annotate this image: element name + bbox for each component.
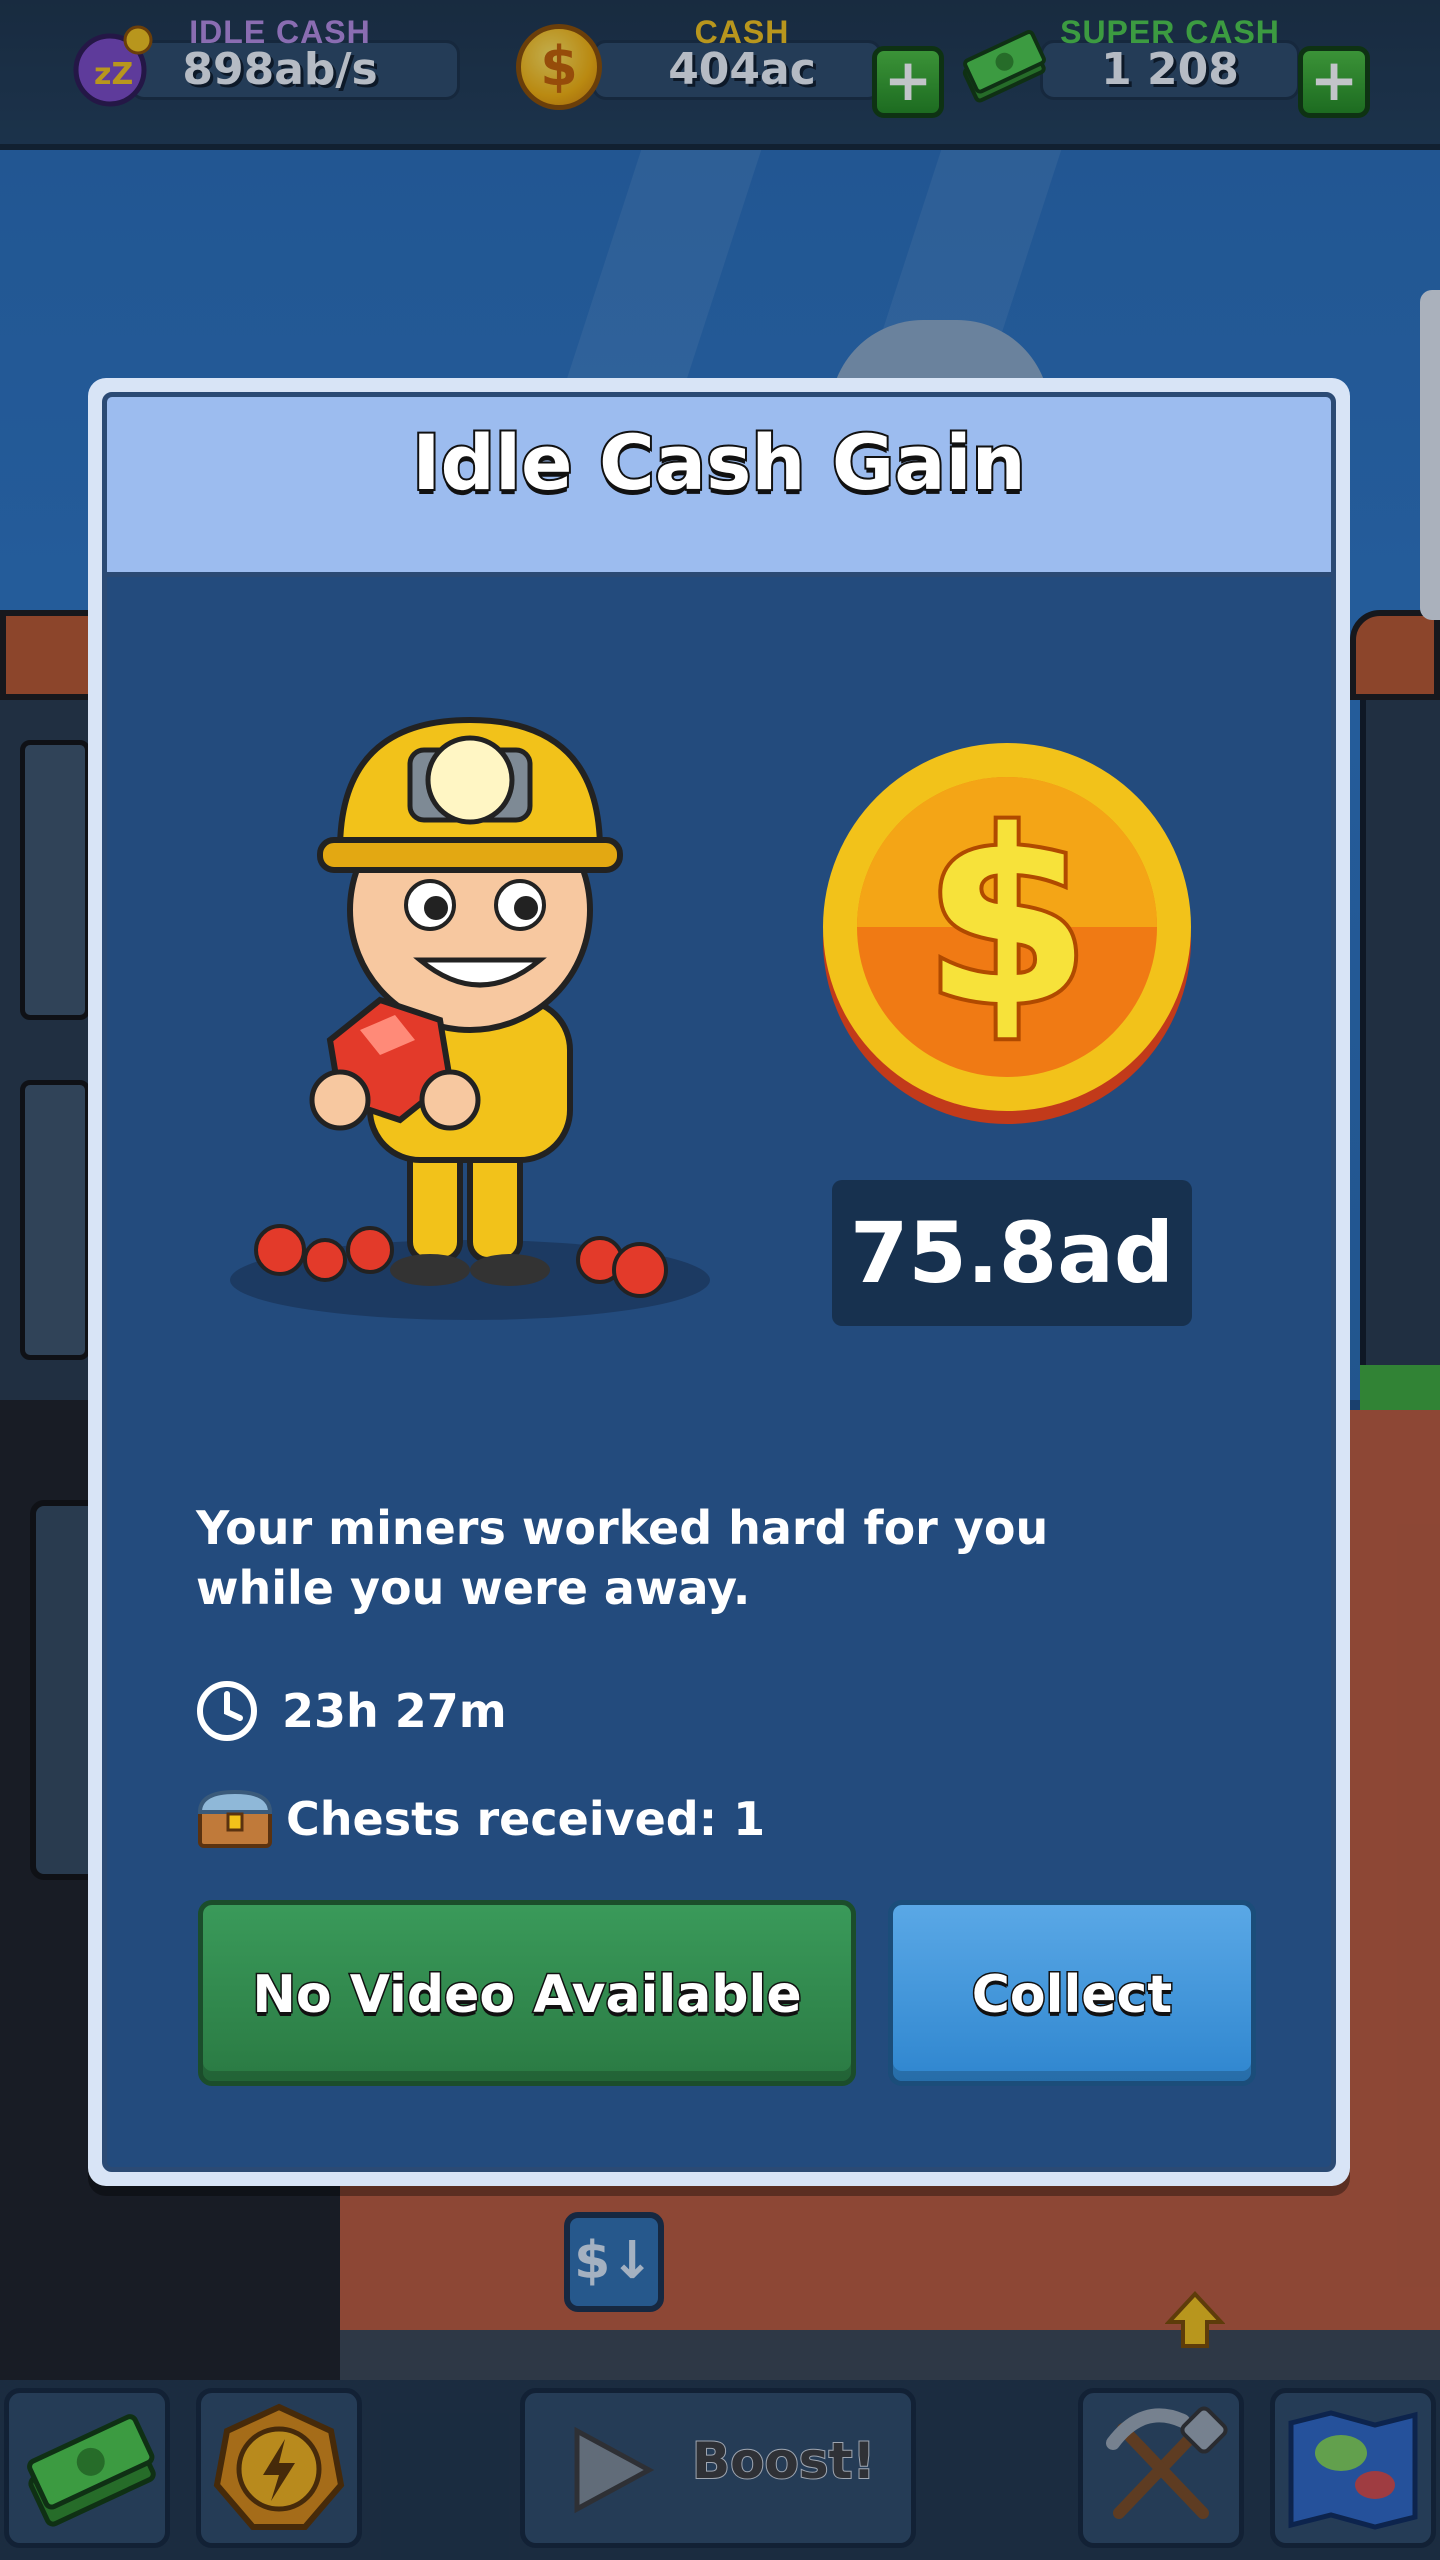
- idle-cash-amount: 75.8ad: [832, 1180, 1192, 1326]
- svg-text:$: $: [924, 779, 1091, 1059]
- clock-icon: [197, 1681, 257, 1741]
- chest-icon: [197, 1789, 273, 1848]
- watch-video-button[interactable]: No Video Available: [198, 1900, 856, 2086]
- dialog-description: Your miners worked hard for you while yo…: [196, 1501, 1049, 1615]
- time-away-row: 23h 27m: [196, 1680, 507, 1742]
- gold-coin-icon: $: [823, 743, 1191, 1124]
- collect-button[interactable]: Collect: [888, 1900, 1256, 2086]
- chests-row: Chests received: 1: [196, 1788, 765, 1850]
- chests-received-text: Chests received: 1: [286, 1792, 766, 1846]
- time-away-value: 23h 27m: [282, 1684, 507, 1738]
- miner-illustration: [230, 716, 710, 1320]
- dialog-title: Idle Cash Gain: [410, 416, 1027, 509]
